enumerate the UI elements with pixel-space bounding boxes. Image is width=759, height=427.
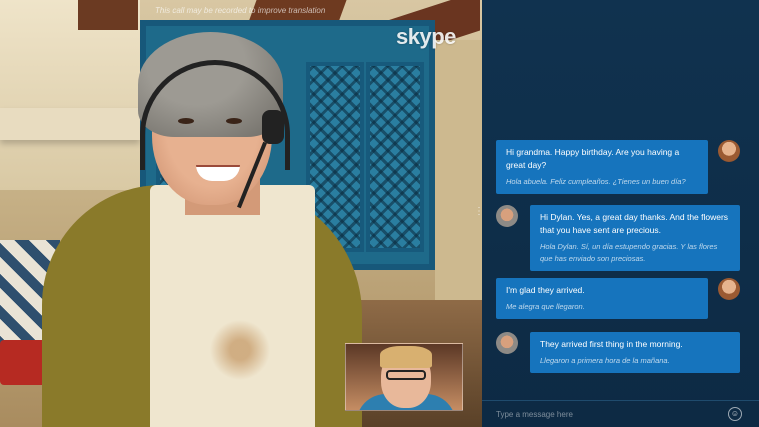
grandma-apron: [150, 185, 315, 427]
self-glasses: [386, 370, 426, 380]
kitchen-hood-lip: [0, 108, 140, 140]
self-hair: [380, 346, 432, 368]
message-composer: ☺: [482, 400, 759, 427]
chat-message: They arrived first thing in the morning.…: [530, 332, 740, 373]
self-video-preview[interactable]: [345, 343, 463, 411]
avatar[interactable]: [496, 332, 518, 354]
avatar[interactable]: [718, 278, 740, 300]
chat-message: I'm glad they arrived. Me alegra que lle…: [496, 278, 708, 319]
emoji-icon[interactable]: ☺: [728, 407, 742, 421]
chat-message: Hi grandma. Happy birthday. Are you havi…: [496, 140, 708, 194]
message-translation: Hola Dylan. Sí, un día estupendo gracias…: [540, 242, 718, 263]
message-translation: Llegaron a primera hora de la mañana.: [540, 356, 670, 365]
ceiling-beam: [78, 0, 138, 30]
remote-video: This call may be recorded to improve tra…: [0, 0, 482, 427]
chat-message: Hi Dylan. Yes, a great day thanks. And t…: [530, 205, 740, 271]
message-text: They arrived first thing in the morning.: [540, 339, 683, 349]
message-text: Hi Dylan. Yes, a great day thanks. And t…: [540, 212, 729, 235]
apron-embroidery: [200, 320, 280, 380]
message-text: I'm glad they arrived.: [506, 285, 585, 295]
message-input[interactable]: [496, 406, 716, 422]
chat-panel: Hi grandma. Happy birthday. Are you havi…: [482, 0, 759, 427]
message-translation: Me alegra que llegaron.: [506, 302, 585, 311]
cabinet-door: [366, 62, 424, 252]
headset-earcup: [262, 110, 284, 144]
message-translation: Hola abuela. Feliz cumpleaños. ¿Tienes u…: [506, 177, 686, 186]
message-text: Hi grandma. Happy birthday. Are you havi…: [506, 147, 680, 170]
avatar[interactable]: [718, 140, 740, 162]
avatar[interactable]: [496, 205, 518, 227]
recording-notice: This call may be recorded to improve tra…: [155, 6, 326, 15]
skype-logo: skype: [396, 24, 456, 49]
